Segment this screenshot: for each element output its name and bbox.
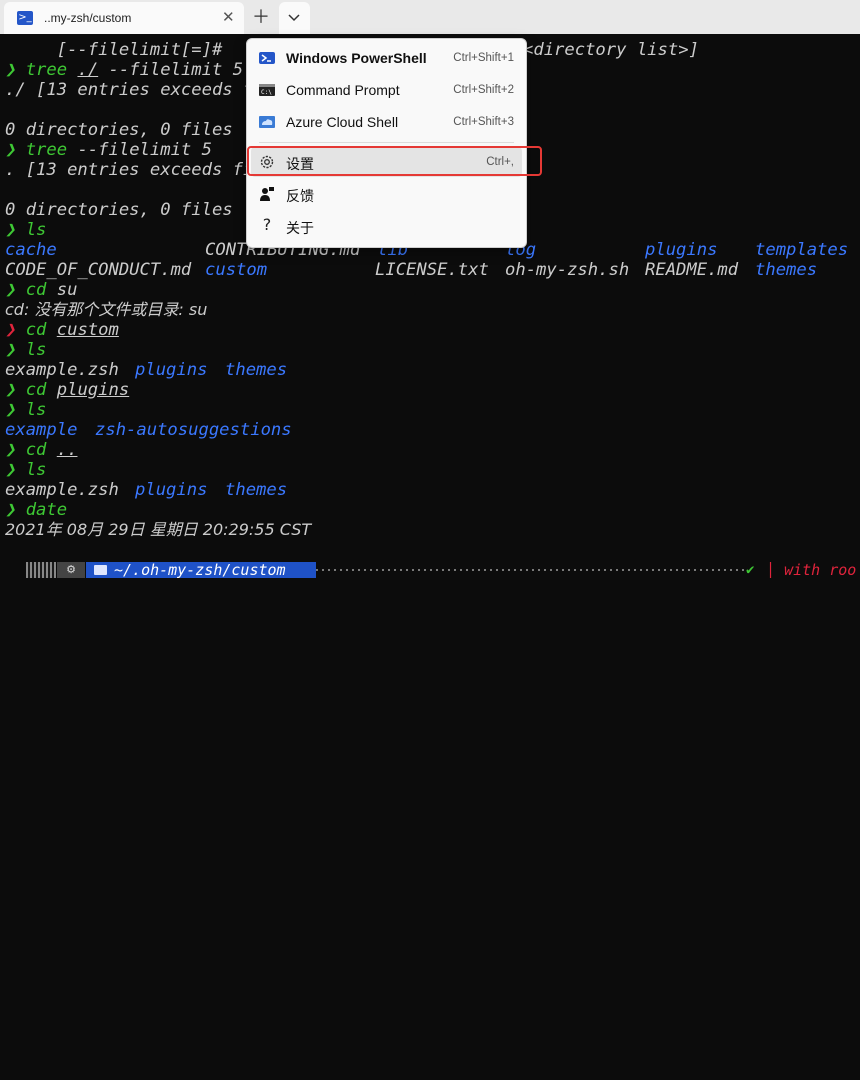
feedback-icon [260,187,274,201]
terminal-line: ❯ ls [5,220,47,240]
tab-current[interactable]: >_ ..my-zsh/custom ✕ [4,2,244,34]
terminal-line: ❯ cd su [5,280,78,300]
terminal-line: ❯ tree --filelimit 5 [5,140,212,160]
terminal-line: ❯ ls [5,400,47,420]
ls-entry: custom [205,260,268,280]
ls-entry: zsh-autosuggestions [95,420,292,440]
check-icon: ✔ [746,562,755,578]
terminal-line: cd: 没有那个文件或目录: su [5,300,208,319]
new-tab-dropdown-menu: Windows PowerShell Ctrl+Shift+1 C:\ Comm… [246,38,527,248]
terminal-line: ❯ cd plugins [5,380,130,400]
ls-entry: themes [225,480,288,500]
ls-entry: cache [5,240,57,260]
settings-highlight-box [247,146,542,176]
terminal-line: ❯ ls [5,460,47,480]
azure-cloud-icon [259,116,275,128]
ls-entry: example.zsh [5,360,119,380]
menu-separator [259,142,514,143]
terminal-line: ./ [13 entries exceeds f [5,80,254,100]
prompt-path-segment: ~/.oh-my-zsh/custom [86,562,316,578]
menu-item-command-prompt[interactable]: C:\ Command Prompt Ctrl+Shift+2 [251,75,522,105]
terminal-line: ❯ date [5,500,68,520]
close-icon[interactable]: ✕ [222,8,235,26]
svg-text:C:\: C:\ [261,89,272,96]
menu-item-about[interactable]: ? 关于 [251,211,522,241]
new-tab-button[interactable]: ＋ [246,4,276,32]
chevron-down-icon [288,14,300,22]
powershell-icon [259,52,275,64]
ls-entry: example [5,420,78,440]
terminal-line: ❯ cd .. [5,440,78,460]
prompt-path: ~/.oh-my-zsh/custom [114,562,286,578]
prompt-filler [316,569,746,571]
ls-entry: plugins [135,480,208,500]
ls-entry: themes [225,360,288,380]
terminal-line: 0 directories, 0 files [5,200,233,220]
powershell-icon: >_ [17,11,33,25]
prompt-os-segment [26,562,56,578]
cmd-icon: C:\ [259,84,275,96]
ls-entry: README.md [645,260,739,280]
terminal-line: 0 directories, 0 files [5,120,233,140]
tab-title: ..my-zsh/custom [44,11,132,25]
ls-entry: LICENSE.txt [375,260,489,280]
terminal-line: ❯ cd custom [5,320,119,340]
terminal-line: 2021年 08月 29日 星期日 20:29:55 CST [5,520,312,539]
terminal-line: ❯ ls [5,340,47,360]
terminal-output[interactable]: [--filelimit[=]# <directory list>] ❯ tre… [5,40,848,1080]
menu-item-feedback[interactable]: 反馈 [251,179,522,209]
ls-entry: oh-my-zsh.sh [505,260,630,280]
help-icon: ? [262,215,272,234]
ls-entry: templates [755,240,849,260]
folder-icon [94,565,107,575]
ls-entry: CODE_OF_CONDUCT.md [5,260,192,280]
terminal-line: ❯ tree ./ --filelimit 5 [5,60,244,80]
gear-icon: ⚙ [57,562,85,578]
terminal-line: [--filelimit[=]# [5,40,223,60]
terminal-line: <directory list>] [523,40,699,60]
ls-entry: plugins [135,360,208,380]
tab-bar: >_ ..my-zsh/custom ✕ ＋ [0,0,860,34]
prompt-context: │ with roo [766,562,857,578]
dropdown-button[interactable] [279,2,310,34]
ls-entry: example.zsh [5,480,119,500]
ls-entry: plugins [645,240,718,260]
menu-item-windows-powershell[interactable]: Windows PowerShell Ctrl+Shift+1 [251,43,522,73]
ls-entry: themes [755,260,818,280]
terminal-line: . [13 entries exceeds fi [5,160,254,180]
menu-item-azure-cloud-shell[interactable]: Azure Cloud Shell Ctrl+Shift+3 [251,107,522,137]
